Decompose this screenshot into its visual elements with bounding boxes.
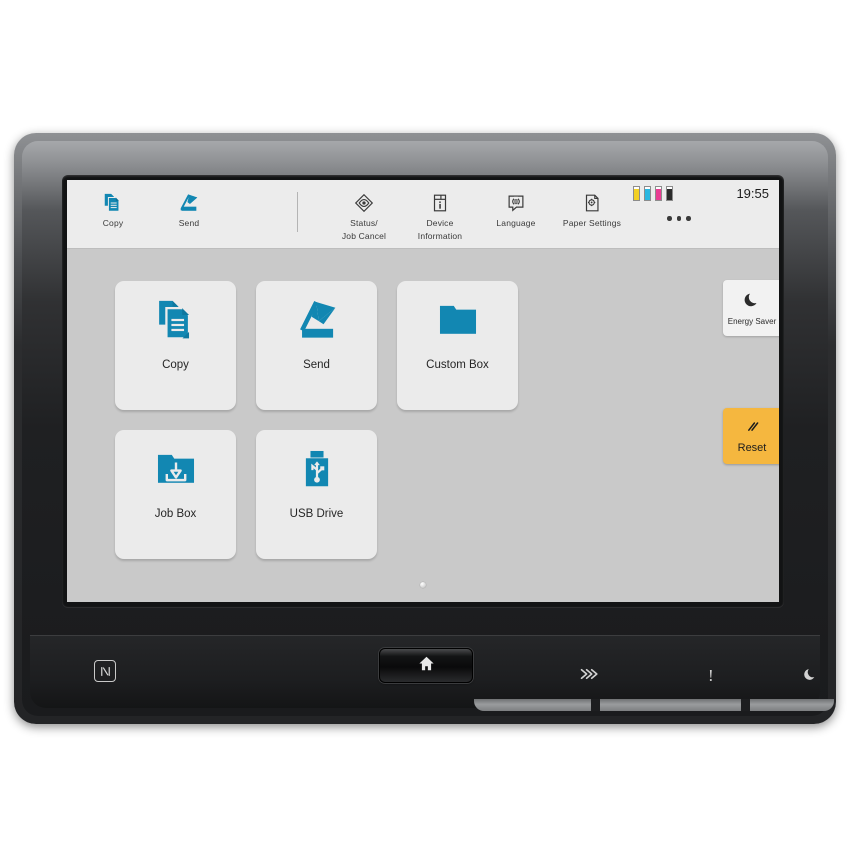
topbar-button-device-information[interactable]: Device Information bbox=[404, 190, 476, 241]
moon-icon bbox=[742, 290, 762, 315]
copy-icon bbox=[77, 190, 149, 216]
status-job-cancel-icon bbox=[328, 190, 400, 216]
energy-saver-button[interactable]: Energy Saver bbox=[723, 280, 779, 336]
toner-gauge-cyan bbox=[644, 186, 651, 201]
home-panel: Copy Send Custom Box Job Box USB Drive E… bbox=[67, 249, 779, 602]
send-icon bbox=[256, 281, 377, 359]
more-dot bbox=[676, 216, 681, 221]
hardware-key-bar: ! bbox=[30, 635, 834, 711]
topbar-button-language[interactable]: Language bbox=[480, 190, 552, 229]
home-tile-label-copy: Copy bbox=[162, 359, 189, 371]
topbar-label-language: Language bbox=[496, 218, 536, 228]
home-tile-job-box[interactable]: Job Box bbox=[115, 430, 236, 559]
page-indicator-dot[interactable] bbox=[420, 582, 426, 588]
home-tile-custom-box[interactable]: Custom Box bbox=[397, 281, 518, 410]
paper-settings-icon bbox=[556, 190, 628, 216]
device-inner-frame: Copy Send Status/ Job Cancel Device Info… bbox=[22, 141, 834, 716]
processing-arrows-icon bbox=[579, 666, 601, 682]
lower-bezel-strip bbox=[474, 699, 834, 711]
strip-gap bbox=[591, 699, 600, 711]
reset-label: Reset bbox=[737, 441, 767, 454]
home-tile-label-custom-box: Custom Box bbox=[426, 359, 489, 371]
nfc-icon bbox=[94, 660, 116, 682]
device-information-icon bbox=[404, 190, 476, 216]
topbar-button-send[interactable]: Send bbox=[153, 190, 225, 229]
topbar-label-status-2: Job Cancel bbox=[341, 230, 387, 241]
more-dot bbox=[686, 216, 691, 221]
send-icon bbox=[153, 190, 225, 216]
home-tile-copy[interactable]: Copy bbox=[115, 281, 236, 410]
status-bar: Copy Send Status/ Job Cancel Device Info… bbox=[67, 180, 779, 249]
job-box-icon bbox=[115, 430, 236, 508]
topbar-label-status: Status/ bbox=[350, 218, 378, 228]
mfp-device-body: Copy Send Status/ Job Cancel Device Info… bbox=[14, 133, 836, 724]
topbar-label-device: Device bbox=[426, 218, 454, 228]
topbar-label-send: Send bbox=[178, 218, 200, 228]
clock: 19:55 bbox=[736, 186, 769, 201]
copy-icon bbox=[115, 281, 236, 359]
more-dot bbox=[667, 216, 672, 221]
attention-label: ! bbox=[708, 666, 714, 685]
strip-gap bbox=[741, 699, 750, 711]
usb-drive-icon bbox=[256, 430, 377, 508]
topbar-label-paper-settings: Paper Settings bbox=[562, 218, 622, 228]
home-tile-label-job-box: Job Box bbox=[154, 508, 197, 520]
reset-button[interactable]: Reset bbox=[723, 408, 779, 464]
home-tile-grid: Copy Send Custom Box Job Box USB Drive bbox=[115, 281, 655, 559]
home-icon bbox=[417, 654, 436, 678]
toner-gauge-yellow bbox=[633, 186, 640, 201]
topbar-button-paper-settings[interactable]: Paper Settings bbox=[556, 190, 628, 229]
home-tile-send[interactable]: Send bbox=[256, 281, 377, 410]
sleep-moon-icon bbox=[802, 666, 819, 683]
language-icon bbox=[480, 190, 552, 216]
home-tile-usb-drive[interactable]: USB Drive bbox=[256, 430, 377, 559]
toner-gauge-black bbox=[666, 186, 673, 201]
topbar-label-copy: Copy bbox=[102, 218, 124, 228]
topbar-label-device-2: Information bbox=[417, 230, 463, 241]
toner-level-indicators bbox=[633, 186, 673, 201]
energy-saver-label: Energy Saver bbox=[727, 317, 777, 326]
touch-screen[interactable]: Copy Send Status/ Job Cancel Device Info… bbox=[67, 180, 779, 602]
topbar-button-status-job-cancel[interactable]: Status/ Job Cancel bbox=[328, 190, 400, 241]
toner-gauge-magenta bbox=[655, 186, 662, 201]
home-tile-label-send: Send bbox=[303, 359, 330, 371]
topbar-button-copy[interactable]: Copy bbox=[77, 190, 149, 229]
folder-icon bbox=[397, 281, 518, 359]
home-key[interactable] bbox=[379, 648, 473, 683]
screen-bezel: Copy Send Status/ Job Cancel Device Info… bbox=[62, 175, 784, 607]
attention-icon: ! bbox=[708, 666, 714, 686]
home-tile-label-usb-drive: USB Drive bbox=[289, 508, 344, 520]
topbar-divider bbox=[297, 192, 298, 232]
reset-slashes-icon bbox=[742, 419, 762, 440]
topbar-more-button[interactable] bbox=[667, 216, 691, 221]
